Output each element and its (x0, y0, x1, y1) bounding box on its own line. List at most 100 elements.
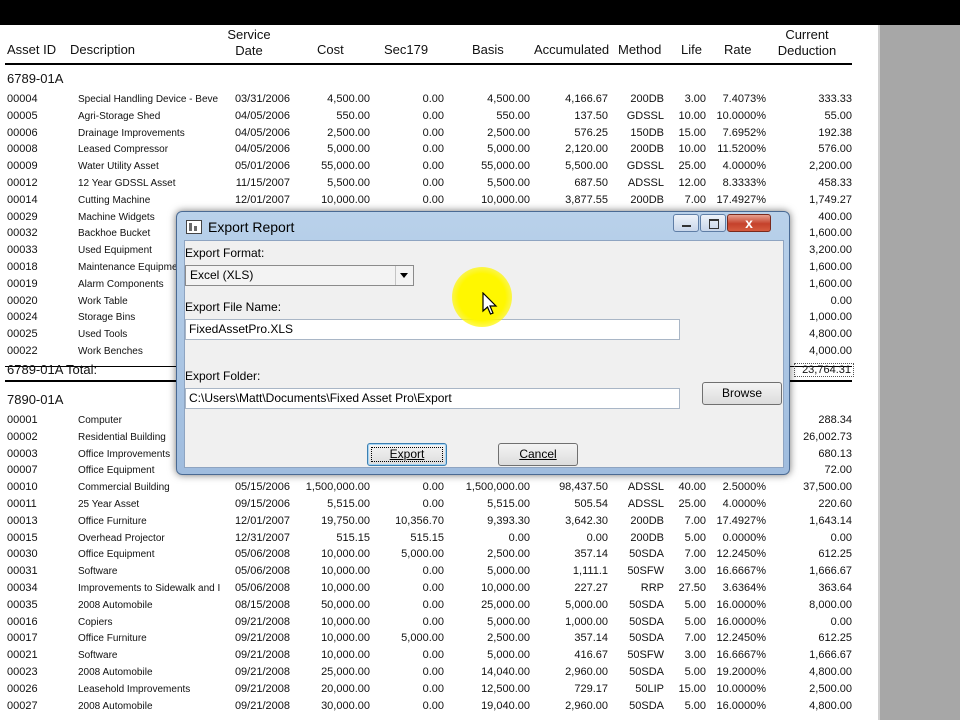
cell-basis: 5,000.00 (487, 565, 530, 578)
export-folder-input[interactable]: C:\Users\Matt\Documents\Fixed Asset Pro\… (185, 388, 680, 409)
header-description: Description (70, 42, 136, 57)
cell-asset-id: 00022 (7, 345, 38, 357)
cell-basis: 1,500,000.00 (465, 481, 530, 494)
total-value: 23,764.31 (794, 363, 854, 377)
cancel-button[interactable]: Cancel (498, 443, 578, 466)
cell-accumulated: 1,111.1 (572, 565, 608, 578)
cell-life: 7.00 (684, 193, 706, 206)
cell-description: Copiers (78, 616, 113, 628)
cell-accumulated: 2,960.00 (565, 666, 608, 678)
cell-accumulated: 505.54 (574, 498, 608, 510)
cell-description: 2008 Automobile (78, 667, 153, 678)
cell-sec179: 0.00 (422, 699, 444, 712)
cell-sec179: 0.00 (422, 649, 444, 662)
cell-description: Leasehold Improvements (78, 683, 191, 695)
cell-rate: 10.0000% (716, 682, 766, 695)
cell-service-date: 08/15/2008 (234, 598, 290, 611)
cell-asset-id: 00029 (7, 210, 38, 223)
cell-current-deduction: 612.25 (818, 632, 852, 645)
cell-cost: 30,000.00 (321, 699, 370, 712)
cell-accumulated: 2,120.00 (565, 143, 608, 156)
export-filename-label: Export File Name: (185, 300, 282, 314)
cell-life: 7.00 (684, 632, 706, 645)
cell-sec179: 0.00 (422, 160, 444, 173)
cell-asset-id: 00001 (7, 414, 38, 426)
cell-basis: 0.00 (508, 531, 530, 544)
cell-rate: 16.6667% (716, 649, 766, 662)
cell-sec179: 0.00 (422, 126, 444, 139)
cell-method: 200DB (630, 193, 664, 206)
cell-cost: 10,000.00 (321, 632, 370, 645)
cell-asset-id: 00002 (7, 430, 38, 443)
export-format-select[interactable]: Excel (XLS) (185, 265, 414, 286)
cell-asset-id: 00035 (7, 598, 38, 611)
cell-accumulated: 1,000.00 (565, 615, 608, 628)
table-row: 00013 Office Furniture 12/01/2007 19,750.00… (0, 513, 878, 530)
cell-accumulated: 357.14 (574, 632, 608, 645)
cell-asset-id: 00033 (7, 244, 38, 257)
table-row: 00023 2008 Automobile 09/21/2008 25,000.00 0… (0, 664, 878, 681)
cell-cost: 10,000.00 (321, 193, 370, 206)
cell-description: 2008 Automobile (78, 700, 153, 712)
cell-description: Special Handling Device - Beve (78, 94, 219, 105)
cell-method: GDSSL (626, 109, 664, 122)
group-title: 7890-01A (7, 392, 64, 407)
export-format-label: Export Format: (185, 246, 265, 260)
cell-asset-id: 00021 (7, 649, 38, 662)
cell-basis: 2,500.00 (487, 548, 530, 561)
cell-current-deduction: 612.25 (818, 548, 852, 561)
cell-sec179: 0.00 (422, 615, 444, 628)
browse-button[interactable]: Browse (702, 382, 782, 405)
header-life: Life (681, 42, 702, 57)
cell-cost: 10,000.00 (321, 565, 370, 578)
cell-description: Office Equipment (78, 549, 155, 561)
table-row: 00035 2008 Automobile 08/15/2008 50,000.00 0… (0, 597, 878, 614)
export-filename-input[interactable]: FixedAssetPro.XLS (185, 319, 680, 340)
group-title: 6789-01A (7, 71, 64, 86)
cell-description: Software (78, 566, 118, 578)
minimize-button[interactable] (673, 214, 699, 232)
cell-accumulated: 0.00 (586, 531, 608, 544)
cell-method: 50SDA (629, 632, 664, 645)
cell-life: 5.00 (684, 699, 706, 712)
cell-basis: 5,515.00 (487, 498, 530, 510)
cell-method: 50SDA (629, 615, 664, 628)
cell-current-deduction: 4,800.00 (809, 699, 852, 712)
table-row: 00005 Agri-Storage Shed 04/05/2006 550.00 0.… (0, 108, 878, 125)
cell-basis: 2,500.00 (487, 632, 530, 645)
cell-asset-id: 00013 (7, 514, 38, 527)
cell-rate: 12.2450% (716, 632, 766, 645)
maximize-button[interactable] (700, 214, 726, 232)
cell-method: 50SFW (627, 649, 664, 662)
table-row: 00009 Water Utility Asset 05/01/2006 55,000… (0, 158, 878, 175)
cell-method: 200DB (630, 531, 664, 544)
cell-service-date: 11/15/2007 (235, 177, 290, 189)
cell-description: Overhead Projector (78, 532, 165, 544)
close-button[interactable]: x (727, 214, 771, 232)
cell-sec179: 0.00 (422, 598, 444, 611)
export-button[interactable]: Export (367, 443, 447, 466)
cell-description: Software (78, 650, 118, 662)
cell-life: 10.00 (678, 109, 706, 122)
cell-cost: 20,000.00 (321, 682, 370, 695)
export-format-value: Excel (XLS) (190, 268, 254, 282)
cell-method: 200DB (630, 514, 664, 527)
table-row: 00015 Overhead Projector 12/31/2007 515.15 5… (0, 530, 878, 547)
table-row: 00010 Commercial Building 05/15/2006 1,500,… (0, 479, 878, 496)
header-cost: Cost (317, 42, 344, 57)
cell-description: Agri-Storage Shed (78, 110, 161, 122)
dialog-titlebar[interactable]: Export Report x (177, 212, 789, 240)
window-right-strip (878, 25, 960, 720)
cell-asset-id: 00012 (7, 177, 38, 189)
header-rule (5, 63, 852, 65)
cell-life: 3.00 (684, 565, 706, 578)
cell-basis: 55,000.00 (481, 160, 530, 173)
cell-accumulated: 227.27 (574, 582, 608, 594)
cell-cost: 5,500.00 (327, 177, 370, 189)
cell-cost: 5,515.00 (327, 498, 370, 510)
chevron-down-icon[interactable] (395, 266, 413, 285)
cell-description: Improvements to Sidewalk and I (78, 583, 221, 594)
cell-basis: 5,000.00 (487, 615, 530, 628)
cell-service-date: 09/21/2008 (234, 632, 290, 645)
cell-service-date: 04/05/2006 (234, 126, 290, 139)
